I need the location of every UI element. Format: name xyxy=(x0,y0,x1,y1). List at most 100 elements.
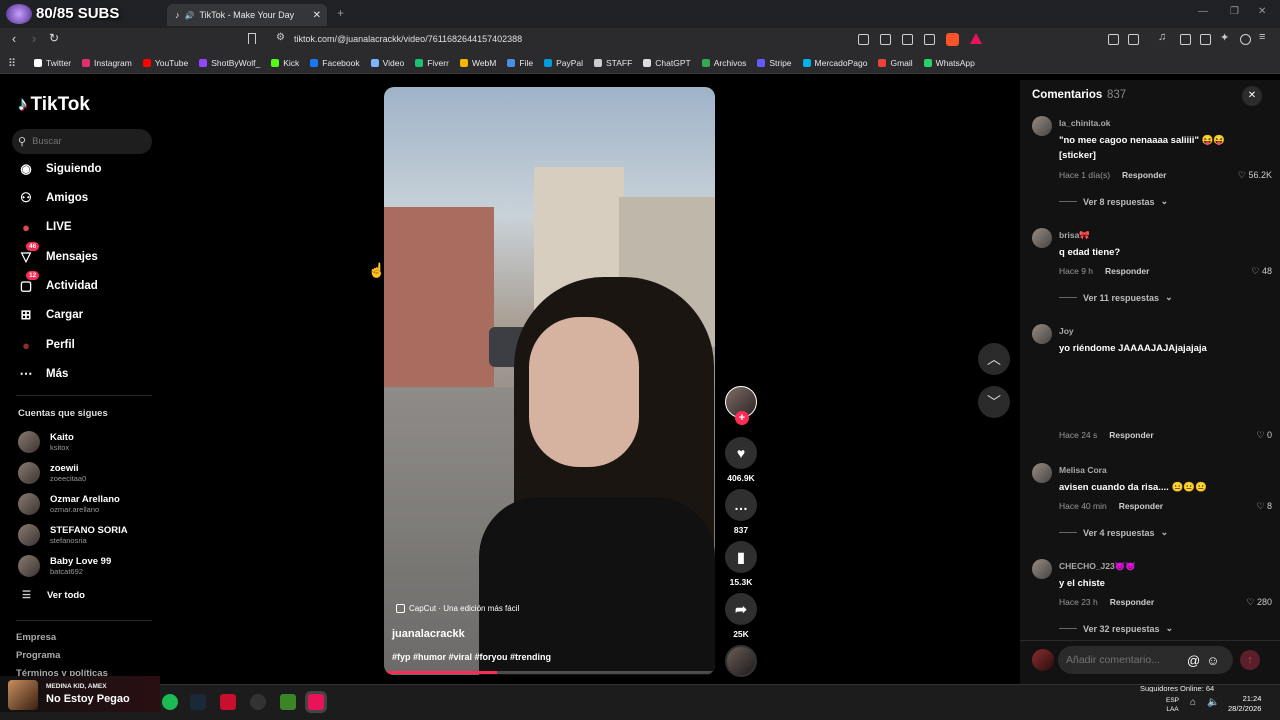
spotify-icon[interactable] xyxy=(162,694,178,710)
language-indicator[interactable]: ESP LAA xyxy=(1166,696,1179,714)
new-tab-icon[interactable]: + xyxy=(337,6,344,20)
forward-icon[interactable]: › xyxy=(26,31,42,46)
brave-taskbar-icon[interactable] xyxy=(308,694,324,710)
network-icon[interactable]: ⌂ xyxy=(1190,697,1196,708)
heart-icon[interactable]: ♥ xyxy=(725,437,757,469)
followed-account[interactable]: Kaito ksitox xyxy=(18,429,74,455)
bookmark-file[interactable]: File xyxy=(507,58,533,68)
no-tracking-icon[interactable] xyxy=(858,34,869,45)
bookmark-webm[interactable]: WebM xyxy=(459,58,496,68)
bookmark-kick[interactable]: Kick xyxy=(271,58,299,68)
comment-like[interactable]: ♡ 0 xyxy=(1256,430,1272,441)
bookmark-archivos[interactable]: Archivos xyxy=(701,58,746,68)
search-box[interactable]: ⚲ xyxy=(12,129,152,154)
cast-icon[interactable] xyxy=(902,34,913,45)
comment-icon[interactable]: … xyxy=(725,489,757,521)
footer-link-empresa[interactable]: Empresa xyxy=(16,632,56,643)
bookmark-mercadopago[interactable]: MercadoPago xyxy=(802,58,867,68)
media-icon[interactable]: ♫ xyxy=(1158,31,1166,43)
extensions-icon[interactable] xyxy=(1108,34,1119,45)
previous-video-button[interactable]: ︿ xyxy=(978,343,1010,375)
comment-like[interactable]: ♡ 280 xyxy=(1246,597,1272,608)
comment-username[interactable]: la_chinita.ok xyxy=(1059,118,1111,128)
bookmark-gmail[interactable]: Gmail xyxy=(878,58,913,68)
followed-account[interactable]: Ozmar Arellano ozmar.arellano xyxy=(18,491,120,517)
followed-account[interactable]: Baby Love 99 batcat692 xyxy=(18,553,111,579)
menu-icon[interactable]: ≡ xyxy=(1259,31,1265,43)
reply-button[interactable]: Responder xyxy=(1105,266,1149,276)
reply-button[interactable]: Responder xyxy=(1110,597,1154,607)
sidebar-item-mensajes[interactable]: ▽ 46 Mensajes xyxy=(18,242,98,269)
tab-close-icon[interactable]: ✕ xyxy=(313,10,321,21)
window-close-icon[interactable]: ✕ xyxy=(1258,6,1266,17)
rewards-icon[interactable] xyxy=(970,33,982,44)
sidebar-item-siguiendo[interactable]: ◉ Siguiendo xyxy=(18,157,101,181)
bookmark-chatgpt[interactable]: ChatGPT xyxy=(643,58,691,68)
reload-icon[interactable]: ↻ xyxy=(46,31,62,45)
commenter-avatar[interactable] xyxy=(1032,228,1052,248)
app-a-icon[interactable] xyxy=(220,694,236,710)
ai-assistant-icon[interactable]: ✦ xyxy=(1220,31,1229,44)
sidebar-item-amigos[interactable]: ⚇ Amigos xyxy=(18,186,88,210)
view-replies-button[interactable]: Ver 8 respuestas ⌄ xyxy=(1059,196,1168,207)
view-replies-button[interactable]: Ver 32 respuestas ⌄ xyxy=(1059,623,1173,634)
search-input[interactable] xyxy=(32,136,143,147)
video-author[interactable]: juanalacrackk xyxy=(392,628,465,640)
sidebar-item-actividad[interactable]: ▢ 12 Actividad xyxy=(18,271,98,298)
emoji-icon[interactable]: ☺ xyxy=(1206,653,1219,668)
comment-box[interactable]: @ ☺ xyxy=(1058,646,1233,674)
tab-tiktok[interactable]: ♪ 🔊 TikTok - Make Your Day ✕ xyxy=(167,4,327,26)
commenter-avatar[interactable] xyxy=(1032,463,1052,483)
sidebar-item-ms[interactable]: ⋯ Más xyxy=(18,362,69,386)
settings-gear-icon[interactable] xyxy=(250,694,266,710)
bookmark-youtube[interactable]: YouTube xyxy=(142,58,188,68)
tab-groups-icon[interactable] xyxy=(1200,34,1211,45)
bookmark-shotbywolf[interactable]: ShotByWolf_ xyxy=(199,58,260,68)
bookmark-instagram[interactable]: Instagram xyxy=(82,58,132,68)
bookmark-video[interactable]: Video xyxy=(370,58,404,68)
comment-like[interactable]: ♡ 48 xyxy=(1251,266,1272,277)
bookmark-page-icon[interactable] xyxy=(248,33,256,44)
video-progress-track[interactable] xyxy=(384,671,715,674)
clock[interactable]: 21:24 28/2/2026 xyxy=(1228,694,1261,714)
followed-account[interactable]: zoewii zoeecitaa0 xyxy=(18,460,86,486)
sidebar-item-cargar[interactable]: ⊞ Cargar xyxy=(18,303,84,327)
see-all-link[interactable]: ☰ Ver todo xyxy=(22,590,85,601)
sidebar-toggle-icon[interactable] xyxy=(1180,34,1191,45)
video-hashtags[interactable]: #fyp #humor #viral #foryou #trending xyxy=(392,652,551,662)
url-field[interactable]: tiktok.com/@juanalacrackk/video/76116826… xyxy=(294,34,522,44)
minimize-icon[interactable]: — xyxy=(1198,6,1208,17)
steam-icon[interactable] xyxy=(190,694,206,710)
share-icon[interactable]: ➦ xyxy=(725,593,757,625)
bookmark-fiverr[interactable]: Fiverr xyxy=(415,58,449,68)
bookmark-whatsapp[interactable]: WhatsApp xyxy=(923,58,975,68)
follow-plus-icon[interactable]: + xyxy=(735,411,749,425)
view-replies-button[interactable]: Ver 4 respuestas ⌄ xyxy=(1059,527,1168,538)
sidebar-item-live[interactable]: ● LIVE xyxy=(18,215,72,239)
commenter-avatar[interactable] xyxy=(1032,324,1052,344)
volume-icon[interactable]: 🔈 xyxy=(1207,697,1219,708)
brave-shield-icon[interactable] xyxy=(946,33,959,46)
bookmark-staff[interactable]: STAFF xyxy=(594,58,632,68)
close-comments-icon[interactable]: ✕ xyxy=(1242,86,1262,106)
bookmark-paypal[interactable]: PayPal xyxy=(544,58,583,68)
bookmark-icon[interactable]: ▮ xyxy=(725,541,757,573)
author-avatar[interactable]: + xyxy=(725,386,757,425)
translate-icon[interactable] xyxy=(880,34,891,45)
bookmark-stripe[interactable]: Stripe xyxy=(757,58,792,68)
comment-like[interactable]: ♡ 56.2K xyxy=(1238,170,1272,181)
footer-link-programa[interactable]: Programa xyxy=(16,650,60,661)
bookmark-twitter[interactable]: Twitter xyxy=(34,58,71,68)
back-icon[interactable]: ‹ xyxy=(6,31,22,46)
music-disc-icon[interactable] xyxy=(725,645,757,677)
bookmark-facebook[interactable]: Facebook xyxy=(310,58,360,68)
comment-username[interactable]: brisa🎀 xyxy=(1059,230,1090,241)
action-heart[interactable]: ♥ 406.9K xyxy=(724,437,758,483)
action-bookmark[interactable]: ▮ 15.3K xyxy=(724,541,758,587)
commenter-avatar[interactable] xyxy=(1032,116,1052,136)
maximize-icon[interactable]: ❐ xyxy=(1230,6,1239,17)
media-widget[interactable]: MEDINA KID, AMEX No Estoy Pegao xyxy=(0,676,160,712)
comment-username[interactable]: Melisa Cora xyxy=(1059,465,1107,475)
vpn-icon[interactable] xyxy=(1240,34,1251,45)
apps-grid-icon[interactable]: ⠿ xyxy=(8,57,16,70)
